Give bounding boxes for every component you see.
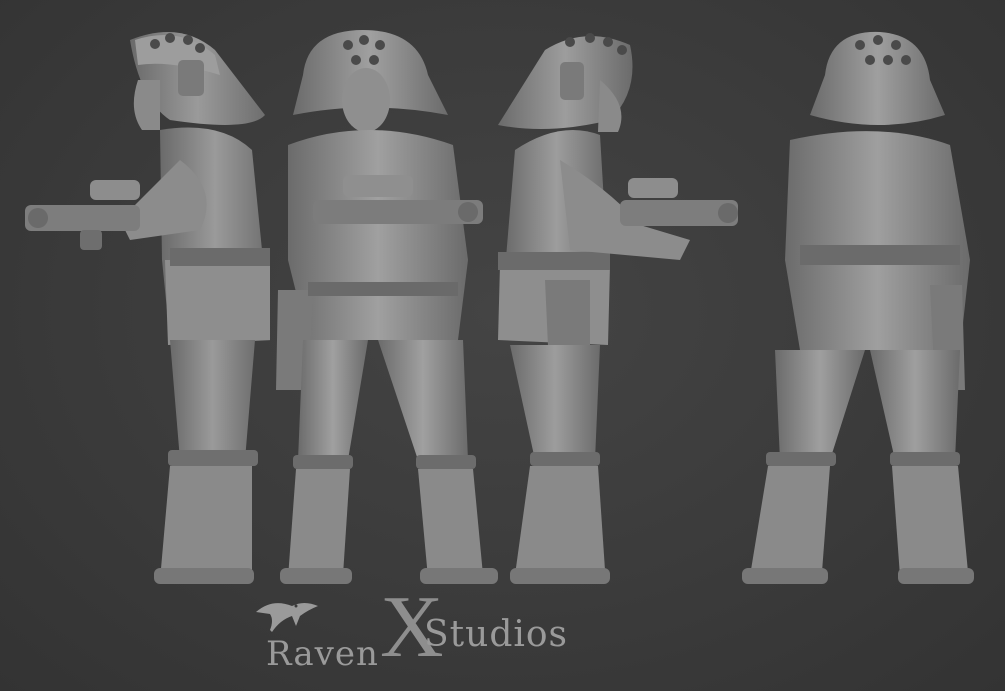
figure-side-left (20, 20, 270, 590)
logo-word-studios: Studios (424, 614, 569, 655)
figure-back (730, 20, 980, 590)
figure-front (268, 20, 498, 590)
logo-word-raven: Raven (266, 634, 379, 674)
figure-side-right (490, 20, 750, 590)
raven-x-studios-logo: Raven X Studios (248, 584, 588, 684)
render-canvas: Raven X Studios (0, 0, 1005, 691)
raven-bird-icon (252, 592, 322, 640)
